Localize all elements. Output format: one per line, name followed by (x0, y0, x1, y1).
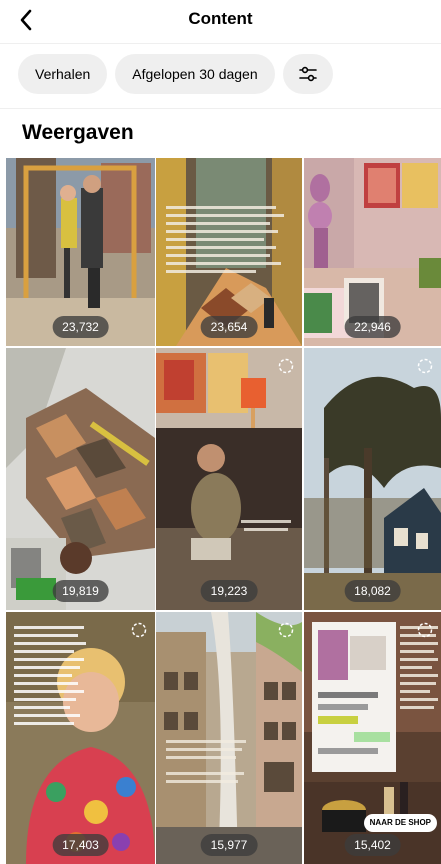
view-count-badge: 23,654 (200, 316, 258, 338)
view-count-badge: 15,402 (344, 834, 401, 856)
story-ring-icon (417, 622, 433, 638)
filter-settings-button[interactable] (282, 54, 333, 94)
story-tile[interactable]: 23,654 (156, 158, 302, 346)
view-count-badge: 19,819 (52, 580, 109, 602)
story-tile[interactable]: NAAR DE SHOP 15,402 (304, 612, 441, 864)
story-ring-icon (278, 622, 294, 638)
story-thumbnail (6, 348, 155, 610)
story-thumbnail (304, 348, 441, 610)
view-count-badge: 17,403 (52, 834, 109, 856)
story-thumbnail (156, 612, 302, 864)
filter-chip-content-type[interactable]: Verhalen (18, 54, 108, 94)
story-ring-icon (278, 358, 294, 374)
story-tile[interactable]: 19,819 (6, 348, 155, 610)
back-button[interactable] (12, 6, 40, 34)
section-title: Weergaven (22, 121, 134, 144)
view-count-badge: 22,946 (344, 316, 401, 338)
story-tile[interactable]: 23,732 (6, 158, 155, 346)
view-count-badge: 19,223 (200, 580, 258, 602)
story-ring-icon (417, 358, 433, 374)
story-thumbnail (6, 612, 155, 864)
story-thumbnail (156, 348, 302, 610)
filter-bar: Verhalen Afgelopen 30 dagen (18, 54, 333, 94)
filter-chip-date-range[interactable]: Afgelopen 30 dagen (115, 54, 275, 94)
story-tile[interactable]: 18,082 (304, 348, 441, 610)
view-count-badge: 15,977 (200, 834, 258, 856)
sliders-icon (298, 66, 317, 82)
page-title: Content (188, 9, 253, 28)
filter-divider (0, 108, 441, 109)
story-ring-icon (131, 622, 147, 638)
chevron-left-icon (20, 9, 32, 31)
story-tile[interactable]: 19,223 (156, 348, 302, 610)
story-tile[interactable]: 22,946 (304, 158, 441, 346)
shop-link-sticker: NAAR DE SHOP (363, 814, 437, 832)
top-bar: Content (0, 0, 441, 40)
story-tile[interactable]: 15,977 (156, 612, 302, 864)
view-count-badge: 18,082 (344, 580, 401, 602)
story-tile[interactable]: 17,403 (6, 612, 155, 864)
header-divider (0, 43, 441, 44)
view-count-badge: 23,732 (52, 316, 109, 338)
